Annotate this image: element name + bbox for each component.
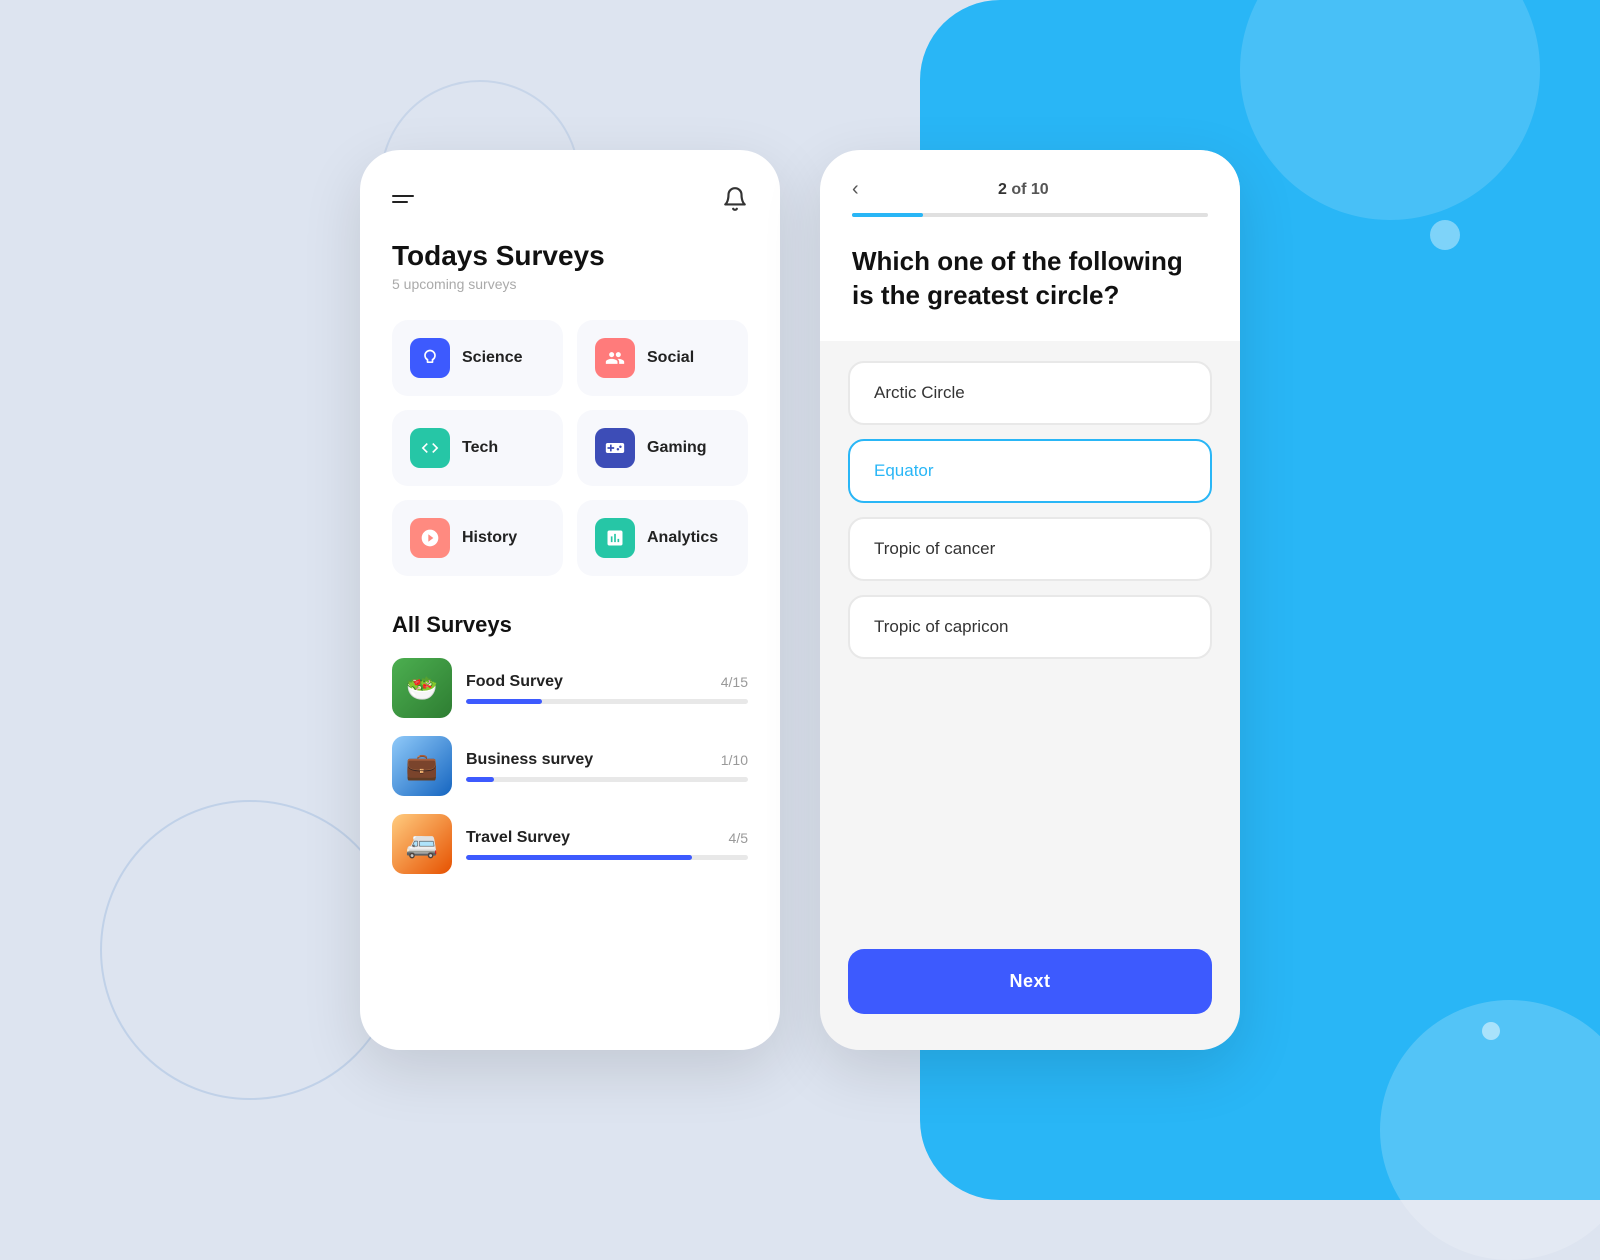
right-phone: ‹ 2 of 10 Which one of the following is … bbox=[820, 150, 1240, 1050]
business-progress-bg bbox=[466, 777, 748, 782]
survey-item-travel[interactable]: 🚐 Travel Survey 4/5 bbox=[392, 814, 748, 874]
food-survey-name: Food Survey bbox=[466, 673, 563, 691]
categories-grid: Science Social Tech Gaming bbox=[392, 320, 748, 576]
survey-item-food[interactable]: 🥗 Food Survey 4/15 bbox=[392, 658, 748, 718]
food-survey-thumb: 🥗 bbox=[392, 658, 452, 718]
category-science-label: Science bbox=[462, 349, 522, 367]
option-tropic-cancer-label: Tropic of cancer bbox=[874, 539, 995, 558]
business-progress-fill bbox=[466, 777, 494, 782]
option-tropic-cancer[interactable]: Tropic of cancer bbox=[848, 517, 1212, 581]
travel-progress-bg bbox=[466, 855, 748, 860]
quiz-options-area: Arctic Circle Equator Tropic of cancer T… bbox=[820, 341, 1240, 933]
progress-of: of bbox=[1011, 181, 1026, 198]
travel-survey-count: 4/5 bbox=[729, 830, 748, 846]
category-social[interactable]: Social bbox=[577, 320, 748, 396]
category-social-label: Social bbox=[647, 349, 694, 367]
phones-wrapper: Todays Surveys 5 upcoming surveys Scienc… bbox=[360, 150, 1240, 1050]
option-equator-label: Equator bbox=[874, 461, 934, 480]
social-icon bbox=[595, 338, 635, 378]
business-survey-info: Business survey 1/10 bbox=[466, 751, 748, 782]
survey-item-business[interactable]: 💼 Business survey 1/10 bbox=[392, 736, 748, 796]
history-icon bbox=[410, 518, 450, 558]
science-icon bbox=[410, 338, 450, 378]
notification-icon[interactable] bbox=[722, 186, 748, 212]
left-phone: Todays Surveys 5 upcoming surveys Scienc… bbox=[360, 150, 780, 1050]
travel-survey-thumb: 🚐 bbox=[392, 814, 452, 874]
food-survey-info: Food Survey 4/15 bbox=[466, 673, 748, 704]
category-analytics-label: Analytics bbox=[647, 529, 718, 547]
bg-deco-circle-mid2 bbox=[1482, 1022, 1500, 1040]
category-analytics[interactable]: Analytics bbox=[577, 500, 748, 576]
option-arctic-circle[interactable]: Arctic Circle bbox=[848, 361, 1212, 425]
todays-surveys-title: Todays Surveys bbox=[392, 240, 748, 272]
survey-list: 🥗 Food Survey 4/15 💼 Business survey bbox=[392, 658, 748, 874]
category-science[interactable]: Science bbox=[392, 320, 563, 396]
food-progress-fill bbox=[466, 699, 542, 704]
progress-total: 10 bbox=[1031, 181, 1049, 198]
bg-deco-circle-mid bbox=[1430, 220, 1460, 250]
analytics-icon bbox=[595, 518, 635, 558]
quiz-header: ‹ 2 of 10 bbox=[820, 150, 1240, 217]
travel-progress-fill bbox=[466, 855, 692, 860]
phone-header bbox=[392, 186, 748, 212]
food-survey-name-row: Food Survey 4/15 bbox=[466, 673, 748, 691]
category-gaming-label: Gaming bbox=[647, 439, 707, 457]
food-survey-count: 4/15 bbox=[721, 674, 748, 690]
quiz-question-area: Which one of the following is the greate… bbox=[820, 217, 1240, 341]
business-survey-count: 1/10 bbox=[721, 752, 748, 768]
category-history-label: History bbox=[462, 529, 517, 547]
option-equator[interactable]: Equator bbox=[848, 439, 1212, 503]
quiz-question: Which one of the following is the greate… bbox=[852, 245, 1208, 313]
travel-survey-name: Travel Survey bbox=[466, 829, 570, 847]
category-tech-label: Tech bbox=[462, 439, 498, 457]
quiz-nav-row: ‹ 2 of 10 bbox=[852, 178, 1208, 201]
tech-icon bbox=[410, 428, 450, 468]
food-progress-bg bbox=[466, 699, 748, 704]
option-arctic-label: Arctic Circle bbox=[874, 383, 965, 402]
quiz-footer: Next bbox=[820, 933, 1240, 1050]
bg-curve-left bbox=[100, 800, 400, 1100]
progress-current: 2 bbox=[998, 181, 1007, 198]
business-survey-name: Business survey bbox=[466, 751, 593, 769]
next-button[interactable]: Next bbox=[848, 949, 1212, 1014]
progress-label: 2 of 10 bbox=[869, 181, 1178, 199]
menu-icon[interactable] bbox=[392, 195, 414, 203]
option-tropic-capricorn-label: Tropic of capricon bbox=[874, 617, 1008, 636]
category-tech[interactable]: Tech bbox=[392, 410, 563, 486]
business-survey-name-row: Business survey 1/10 bbox=[466, 751, 748, 769]
category-gaming[interactable]: Gaming bbox=[577, 410, 748, 486]
business-survey-thumb: 💼 bbox=[392, 736, 452, 796]
travel-survey-name-row: Travel Survey 4/5 bbox=[466, 829, 748, 847]
back-button[interactable]: ‹ bbox=[852, 178, 859, 201]
all-surveys-title: All Surveys bbox=[392, 612, 748, 638]
todays-surveys-subtitle: 5 upcoming surveys bbox=[392, 276, 748, 292]
option-tropic-capricorn[interactable]: Tropic of capricon bbox=[848, 595, 1212, 659]
travel-survey-info: Travel Survey 4/5 bbox=[466, 829, 748, 860]
category-history[interactable]: History bbox=[392, 500, 563, 576]
gaming-icon bbox=[595, 428, 635, 468]
